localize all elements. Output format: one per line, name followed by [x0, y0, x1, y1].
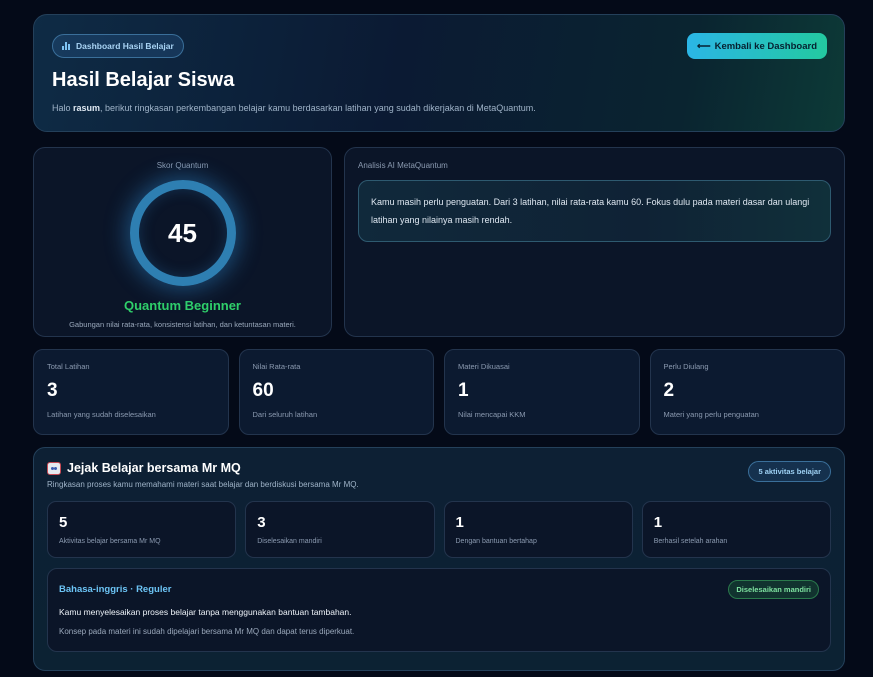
page-subtitle: Halo rasum, berikut ringkasan perkembang…	[52, 103, 826, 113]
journey-stat-value: 5	[59, 514, 68, 531]
dashboard-badge-label: Dashboard Hasil Belajar	[76, 41, 174, 51]
subtitle-prefix: Halo	[52, 103, 74, 113]
robot-icon	[47, 461, 61, 475]
stat-card-perlu-diulang: Perlu Diulang 2 Materi yang perlu pengua…	[649, 349, 845, 435]
stat-value: 1	[458, 380, 469, 401]
journey-stat-card: 1 Dengan bantuan bertahap	[443, 501, 633, 558]
journey-stat-value: 1	[653, 514, 663, 531]
stat-card-total-latihan: Total Latihan 3 Latihan yang sudah disel…	[33, 349, 229, 435]
arrow-left-icon: ⟵	[696, 40, 711, 52]
stat-value: 3	[47, 380, 58, 401]
journey-header: Jejak Belajar bersama Mr MQ	[47, 461, 831, 475]
ai-analysis-text: Kamu masih perlu penguatan. Dari 3 latih…	[358, 180, 831, 242]
activity-item: Bahasa-inggris · Reguler Diselesaikan ma…	[47, 568, 831, 652]
journey-stat-label: Dengan bantuan bertahap	[455, 538, 537, 545]
score-description: Gabungan nilai rata-rata, konsistensi la…	[69, 320, 296, 329]
activity-detail: Konsep pada materi ini sudah dipelajari …	[59, 627, 355, 636]
learning-journey-card: Jejak Belajar bersama Mr MQ Ringkasan pr…	[33, 447, 845, 671]
journey-stat-value: 3	[257, 514, 266, 531]
activity-status-badge: Diselesaikan mandiri	[728, 580, 819, 599]
journey-stat-label: Berhasil setelah arahan	[653, 538, 728, 545]
journey-stat-card: 1 Berhasil setelah arahan	[641, 501, 831, 558]
stat-note: Materi yang perlu penguatan	[663, 410, 759, 419]
stats-row: Total Latihan 3 Latihan yang sudah disel…	[33, 349, 845, 435]
stat-value: 2	[663, 380, 675, 401]
stat-card-nilai-rata-rata: Nilai Rata-rata 60 Dari seluruh latihan	[238, 349, 434, 435]
score-ring-circle: 45	[129, 180, 236, 286]
ai-analysis-card: Analisis AI MetaQuantum Kamu masih perlu…	[344, 147, 845, 337]
page-title: Hasil Belajar Siswa	[52, 69, 235, 91]
score-card: Skor Quantum 45 Quantum Beginner Gabunga…	[33, 147, 332, 337]
journey-subtitle: Ringkasan proses kamu memahami materi sa…	[47, 480, 359, 489]
subtitle-suffix: , berikut ringkasan perkembangan belajar…	[100, 103, 536, 113]
page: Dashboard Hasil Belajar Hasil Belajar Si…	[0, 0, 873, 677]
dashboard-badge: Dashboard Hasil Belajar	[52, 34, 184, 58]
journey-stat-card: 5 Aktivitas belajar bersama Mr MQ	[47, 501, 237, 558]
stat-note: Latihan yang sudah diselesaikan	[47, 410, 156, 419]
student-name: rasum	[73, 103, 101, 113]
score-analysis-row: Skor Quantum 45 Quantum Beginner Gabunga…	[33, 147, 845, 337]
score-level: Quantum Beginner	[123, 298, 241, 313]
stat-label: Perlu Diulang	[663, 362, 709, 371]
header-card: Dashboard Hasil Belajar Hasil Belajar Si…	[33, 14, 845, 132]
journey-stat-card: 3 Diselesaikan mandiri	[245, 501, 435, 558]
score-caption: Skor Quantum	[156, 161, 209, 170]
activity-count-badge: 5 aktivitas belajar	[748, 461, 831, 482]
stat-note: Dari seluruh latihan	[252, 410, 318, 419]
ai-analysis-caption: Analisis AI MetaQuantum	[358, 161, 448, 170]
stat-value: 60	[252, 380, 274, 401]
journey-stat-label: Aktivitas belajar bersama Mr MQ	[59, 538, 161, 545]
journey-title: Jejak Belajar bersama Mr MQ	[67, 461, 241, 475]
journey-stats-row: 5 Aktivitas belajar bersama Mr MQ 3 Dise…	[47, 501, 831, 558]
score-value: 45	[168, 217, 197, 248]
back-to-dashboard-button[interactable]: ⟵ Kembali ke Dashboard	[686, 33, 827, 59]
stat-label: Nilai Rata-rata	[252, 362, 301, 371]
bar-chart-icon	[62, 42, 71, 50]
score-ring: 45	[129, 180, 236, 286]
back-button-label: Kembali ke Dashboard	[714, 40, 817, 52]
journey-stat-value: 1	[455, 514, 464, 531]
journey-stat-label: Diselesaikan mandiri	[257, 538, 322, 545]
activity-subject: Bahasa-inggris · Reguler	[59, 584, 172, 595]
stat-card-materi-dikuasai: Materi Dikuasai 1 Nilai mencapai KKM	[444, 349, 640, 435]
stat-note: Nilai mencapai KKM	[458, 410, 526, 419]
activity-summary: Kamu menyelesaikan proses belajar tanpa …	[59, 607, 352, 617]
stat-label: Total Latihan	[47, 362, 90, 371]
stat-label: Materi Dikuasai	[458, 362, 510, 371]
